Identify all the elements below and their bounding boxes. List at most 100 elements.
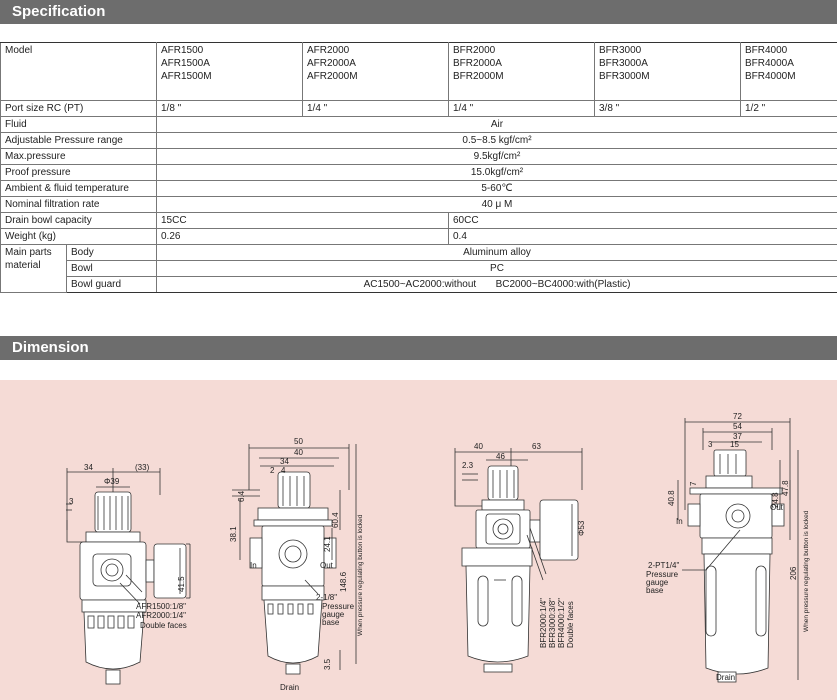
filtration-label: Nominal filtration rate	[0, 196, 157, 213]
model-cell-2: AFR2000 AFR2000A AFR2000M	[302, 42, 449, 101]
model-cell-4: BFR3000 BFR3000A BFR3000M	[594, 42, 741, 101]
fig1-dim-34: 34	[84, 463, 93, 472]
row-body: Main parts material Body Aluminum alloy	[0, 244, 837, 293]
fluid-label: Fluid	[0, 116, 157, 133]
port-cell-2: 1/4 "	[302, 100, 449, 117]
drain-label: Drain bowl capacity	[0, 212, 157, 229]
part-name-bowl-guard: Bowl guard	[66, 276, 157, 293]
fig1-port-b: AFR2000:1/4"	[136, 611, 186, 620]
fig2-dim-6-4: 6.4	[237, 490, 246, 502]
fig2-gauge4: base	[322, 618, 340, 627]
weight-value-2: 0.4	[448, 228, 837, 245]
dimension-drawings: 34 (33) Φ39 3 41.5 AFR1500:1/8" AFR2000:…	[66, 412, 810, 692]
fig1-dim-3: 3	[69, 497, 74, 506]
port-cell-5: 1/2 "	[740, 100, 837, 117]
fig4-gauge: 2-PT1/4"	[648, 561, 679, 570]
fig4-drain: Drain	[716, 673, 735, 682]
fig3-dim-63: 63	[532, 442, 541, 451]
model-cell-5: BFR4000 BFR4000A BFR4000M	[740, 42, 837, 101]
dimension-panel: 34 (33) Φ39 3 41.5 AFR1500:1/8" AFR2000:…	[0, 380, 837, 700]
row-model: Model AFR1500 AFR1500A AFR1500M AFR2000 AFR…	[0, 42, 837, 101]
fig4-drawing	[677, 418, 799, 683]
fig4-dim-206: 206	[789, 566, 798, 580]
fig2-dim-148-6: 148.6	[339, 571, 348, 592]
fig2-dim-3-5: 3.5	[323, 658, 332, 670]
fig3-dim-2-3: 2.3	[462, 461, 474, 470]
fig1-dim-33: (33)	[135, 463, 150, 472]
part-value-bowl-guard: AC1500~AC2000:without BC2000~BC4000:with…	[156, 276, 837, 293]
fig2-dim-4: 4	[281, 466, 286, 475]
fig2-dim-24-1: 24.1	[323, 536, 332, 552]
pressure-range-label: Adjustable Pressure range	[0, 132, 157, 149]
pressure-range-value: 0.5~8.5 kgf/cm²	[156, 132, 837, 149]
fig1-dim-41-5: 41.5	[177, 576, 186, 592]
fig4-label-in: In	[676, 517, 683, 526]
fig2-dim-38-1: 38.1	[229, 526, 238, 542]
part-value-body: Aluminum alloy	[156, 244, 837, 261]
max-pressure-label: Max.pressure	[0, 148, 157, 165]
fig2-lock-note: When pressure regulating button is locke…	[357, 514, 364, 636]
row-weight: Weight (kg) 0.26 0.4	[0, 228, 837, 245]
fig4-gauge4: base	[646, 586, 664, 595]
weight-value-1: 0.26	[156, 228, 449, 245]
part-value-bowl: PC	[156, 260, 837, 277]
max-pressure-value: 9.5kgf/cm²	[156, 148, 837, 165]
fig2-label-in: In	[250, 561, 257, 570]
temperature-value: 5-60℃	[156, 180, 837, 197]
fig4-dim-72: 72	[733, 412, 742, 421]
model-cell-3: BFR2000 BFR2000A BFR2000M	[448, 42, 595, 101]
row-bowl: Bowl PC	[1, 260, 837, 277]
filtration-value: 40 μ M	[156, 196, 837, 213]
dimension-title: Dimension	[12, 339, 89, 356]
part-name-bowl: Bowl	[66, 260, 157, 277]
model-label: Model	[0, 42, 157, 101]
fig4-dim-54: 54	[733, 422, 742, 431]
drain-value-2: 60CC	[448, 212, 837, 229]
fig1-port-a: AFR1500:1/8"	[136, 602, 186, 611]
fig1-drawing	[66, 468, 191, 685]
fig3-port-1: BFR2000:1/4"	[539, 598, 548, 648]
port-cell-4: 3/8 "	[594, 100, 741, 117]
fig2-dim-50: 50	[294, 437, 303, 446]
fig2-drawing	[232, 444, 357, 675]
port-label: Port size RC (PT)	[0, 100, 157, 117]
part-name-body: Body	[66, 244, 157, 261]
row-proof-pressure: Proof pressure 15.0kgf/cm²	[0, 164, 837, 181]
fluid-value: Air	[156, 116, 837, 133]
main-parts-label: Main parts material	[0, 244, 67, 293]
proof-pressure-value: 15.0kgf/cm²	[156, 164, 837, 181]
fig4-dim-40-8: 40.8	[667, 490, 676, 506]
specification-title: Specification	[12, 3, 106, 20]
fig4-dim-15: 15	[730, 440, 739, 449]
model-cell-1: AFR1500 AFR1500A AFR1500M	[156, 42, 303, 101]
weight-label: Weight (kg)	[0, 228, 157, 245]
fig3-dim-40: 40	[474, 442, 483, 451]
fig2-dim-34: 34	[280, 457, 289, 466]
fig3-port-2: BFR3000:3/8"	[548, 598, 557, 648]
row-filtration: Nominal filtration rate 40 μ M	[0, 196, 837, 213]
row-temperature: Ambient & fluid temperature 5-60℃	[0, 180, 837, 197]
fig3-dim-phi53: Φ53	[577, 520, 586, 536]
row-drain-capacity: Drain bowl capacity 15CC 60CC	[0, 212, 837, 229]
dimension-header: Dimension	[0, 336, 837, 360]
fig2-dim-60-4: 60.4	[331, 512, 340, 528]
fig4-dim-7: 7	[689, 481, 698, 486]
fig2-dim-40: 40	[294, 448, 303, 457]
fig4-dim-47-8: 47.8	[781, 480, 790, 496]
fig2-gauge: 2-1/8"	[316, 593, 337, 602]
fig3-dim-46: 46	[496, 452, 505, 461]
port-cell-1: 1/8 "	[156, 100, 303, 117]
proof-pressure-label: Proof pressure	[0, 164, 157, 181]
fig4-dim-3: 3	[708, 440, 713, 449]
fig2-drain: Drain	[280, 683, 299, 692]
temperature-label: Ambient & fluid temperature	[0, 180, 157, 197]
fig3-faces: Double faces	[566, 601, 575, 648]
row-bowl-guard: Bowl guard AC1500~AC2000:without BC2000~…	[1, 276, 837, 293]
fig2-label-out: Out	[320, 561, 334, 570]
row-fluid: Fluid Air	[0, 116, 837, 133]
specification-header: Specification	[0, 0, 837, 24]
fig1-faces: Double faces	[140, 621, 187, 630]
row-port-size: Port size RC (PT) 1/8 " 1/4 " 1/4 " 3/8 …	[0, 100, 837, 117]
specification-table: Model AFR1500 AFR1500A AFR1500M AFR2000 AFR…	[0, 42, 837, 293]
fig3-port-3: BFR4000:1/2"	[557, 598, 566, 648]
